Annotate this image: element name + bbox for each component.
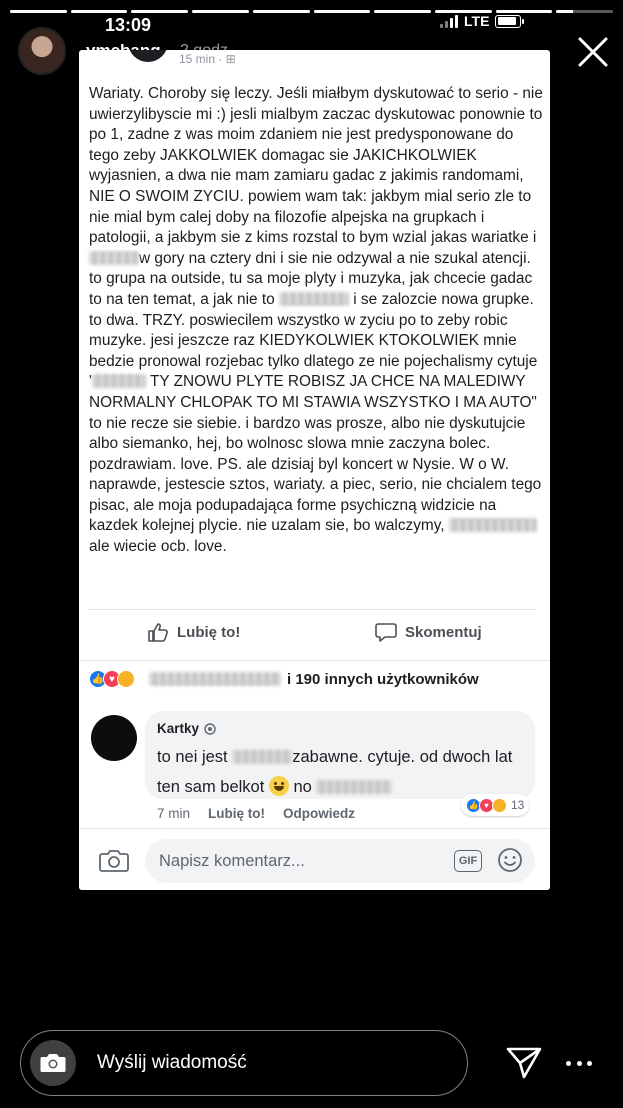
story-progress-segment [70,10,128,13]
comment-author[interactable]: Kartky [157,721,523,736]
comment-text: to nei jest zabawne. cytuje. od dwoch la… [157,742,523,802]
comment-text-part: no [293,778,312,796]
comment-time: 7 min [157,806,191,821]
status-icons: LTE [440,13,525,29]
send-icon[interactable] [505,1046,543,1080]
comment-label: Skomentuj [405,623,482,641]
comment-reactions[interactable]: 👍 ♥ 13 [461,794,530,816]
reaction-icons: 👍 ♥ [89,670,135,688]
redacted-text [91,374,146,389]
redacted-names [149,672,281,686]
comment-reply-link[interactable]: Odpowiedz [283,806,355,821]
comment-author-name: Kartky [157,721,200,736]
comment-bubble: Kartky to nei jest zabawne. cytuje. od d… [145,711,535,799]
comment-like-link[interactable]: Lubię to! [208,806,265,821]
story-progress-segment [374,10,431,13]
comment-button[interactable]: Skomentuj [375,622,482,642]
camera-button[interactable] [30,1040,76,1086]
post-author-avatar [128,50,168,62]
comment-text-part: to nei jest [157,748,228,766]
story-progress-segment [131,10,189,13]
emoji-icon[interactable] [497,847,523,873]
comment-icon [375,623,397,642]
story-progress-segment [556,10,614,13]
story-progress-bars [10,10,614,13]
signal-icon [440,14,458,28]
story-avatar[interactable] [18,27,66,75]
story-progress-segment [313,10,371,13]
redacted-text [278,291,349,306]
post-text-part: Wariaty. Choroby się leczy. Jeśli miałby… [89,85,543,247]
comment-author-avatar[interactable] [91,715,137,761]
redacted-text [89,250,139,265]
close-icon[interactable] [576,35,610,69]
reactions-count-text: i 190 innych użytkowników [287,670,479,688]
comment-composer: GIF [79,828,550,890]
post-header-meta: 15 min · ⊞ [179,52,236,66]
gif-button[interactable]: GIF [454,850,482,872]
battery-icon [495,14,525,28]
redacted-text [448,518,537,533]
like-label: Lubię to! [177,623,241,641]
like-button[interactable]: Lubię to! [147,622,240,642]
camera-icon [40,1054,66,1072]
story-progress-segment [10,10,67,13]
reactions-summary[interactable]: 👍 ♥ i 190 innych użytkowników [89,670,479,688]
story-progress-segment [252,10,310,13]
haha-reaction-icon [117,670,135,688]
thumbs-up-icon [148,623,168,642]
post-text-part: ale wiecie ocb. love. [89,538,227,556]
redacted-text [232,750,293,764]
status-time: 13:09 [105,15,152,35]
comment-reaction-count: 13 [511,798,525,812]
post-text-part: TY ZNOWU PLYTE ROBISZ JA CHCE NA MALEDIW… [89,373,542,535]
comment-actions: 7 min Lubię to! Odpowiedz [157,806,355,821]
divider [89,609,536,610]
camera-icon[interactable] [99,847,129,873]
facebook-post-card: 15 min · ⊞ Wariaty. Choroby się leczy. J… [79,50,550,890]
story-progress-segment [192,10,249,13]
redacted-text [316,780,393,794]
wow-reaction-icon [492,797,507,813]
post-text: Wariaty. Choroby się leczy. Jeśli miałby… [89,84,543,558]
badge-icon [204,722,216,735]
smile-emoji-icon [268,776,289,796]
divider [79,660,550,661]
more-options-icon[interactable] [566,1053,592,1073]
network-label: LTE [464,13,490,29]
message-input[interactable] [97,1043,437,1083]
reply-bar [20,1030,468,1096]
